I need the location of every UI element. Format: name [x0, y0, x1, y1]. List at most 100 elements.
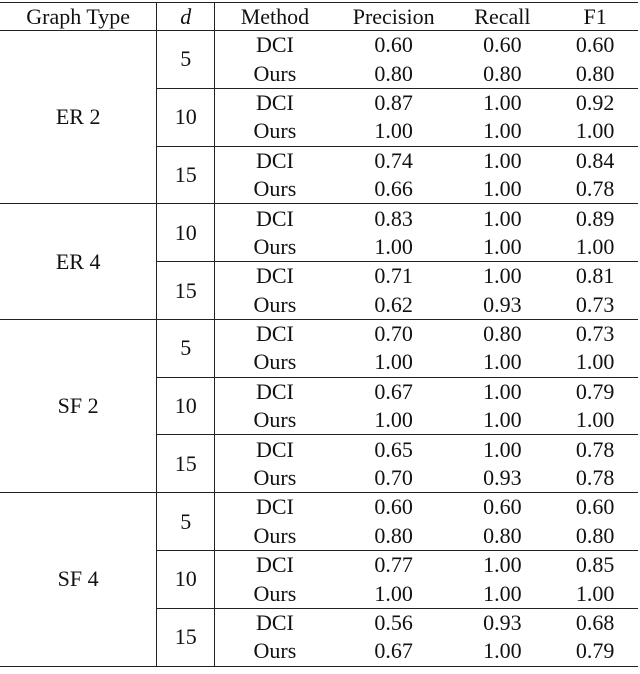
cell-method: DCI: [256, 32, 294, 58]
cell-precision: 0.80: [374, 60, 413, 86]
header-recall: Recall: [452, 2, 553, 31]
table-row: ER 4 10 DCI 0.83 1.00 0.89: [0, 203, 638, 320]
cell-precision: 0.60: [334, 492, 453, 522]
cell-method: Ours: [253, 465, 297, 491]
cell-precision: 1.00: [374, 580, 413, 606]
cell-recall: 0.80: [483, 60, 522, 86]
cell-graph-type: SF 2: [0, 318, 158, 493]
cell-f1: 0.78: [575, 465, 615, 491]
cell-f1: 0.80: [575, 522, 615, 548]
cell-method: Ours: [253, 522, 297, 548]
cell-precision: 0.70: [374, 465, 413, 491]
cell-f1: 0.89: [552, 203, 638, 233]
cell-method: DCI: [214, 145, 335, 175]
cell-precision: 0.56: [334, 607, 453, 638]
cell-d: 10: [156, 87, 216, 147]
cell-d: 5: [156, 318, 216, 378]
cell-f1: 0.79: [552, 637, 638, 667]
cell-precision: 1.00: [374, 349, 413, 375]
cell-method: DCI: [214, 203, 335, 233]
cell-method: Ours: [253, 580, 297, 606]
cell-precision: 0.60: [374, 32, 413, 58]
cell-d: 5: [156, 30, 216, 89]
cell-graph-type: SF 4: [0, 492, 158, 667]
cell-precision: 0.66: [374, 176, 413, 202]
cell-recall: 1.00: [483, 176, 522, 202]
cell-recall: 1.00: [452, 261, 553, 291]
cell-precision: 0.62: [374, 291, 413, 317]
cell-d: 15: [156, 145, 216, 204]
cell-f1: 1.00: [575, 407, 615, 433]
cell-f1: 0.73: [552, 318, 638, 349]
cell-d: 15: [156, 434, 216, 493]
cell-graph-type: ER 4: [0, 203, 158, 320]
cell-recall: 1.00: [452, 145, 553, 175]
cell-f1: 0.68: [552, 607, 638, 638]
cell-graph-type: ER 2: [0, 30, 158, 204]
cell-method: DCI: [214, 492, 335, 522]
cell-method: Ours: [253, 349, 297, 375]
cell-recall: 0.80: [452, 318, 553, 349]
cell-recall: 0.60: [452, 492, 553, 522]
cell-f1: 0.81: [552, 261, 638, 291]
cell-recall: 1.00: [483, 407, 522, 433]
cell-method: Ours: [253, 407, 297, 433]
cell-d: 15: [156, 607, 216, 667]
cell-method: DCI: [214, 434, 335, 464]
cell-method: Ours: [253, 233, 297, 259]
cell-precision: 1.00: [374, 407, 413, 433]
header-f1: F1: [552, 2, 638, 31]
cell-f1: 1.00: [575, 233, 615, 259]
cell-f1: 0.60: [575, 32, 615, 58]
cell-recall: 0.93: [452, 607, 553, 638]
cell-d: 10: [156, 376, 216, 435]
cell-d: 5: [156, 492, 216, 551]
cell-method: Ours: [214, 637, 335, 667]
cell-recall: 1.00: [452, 203, 553, 233]
cell-f1: 0.60: [552, 492, 638, 522]
header-precision: Precision: [334, 2, 453, 31]
cell-method: Ours: [253, 60, 297, 86]
cell-precision: 0.71: [334, 261, 453, 291]
cell-method: DCI: [214, 607, 335, 638]
results-table: Graph Type d Method Precision Recall F1 …: [0, 2, 638, 667]
cell-f1: 1.00: [575, 349, 615, 375]
cell-precision: 0.65: [334, 434, 453, 464]
cell-precision: 0.87: [334, 87, 453, 118]
cell-f1: 0.84: [552, 145, 638, 175]
cell-recall: 1.00: [452, 637, 553, 667]
cell-recall: 0.80: [483, 522, 522, 548]
cell-recall: 1.00: [452, 550, 553, 580]
cell-recall: 0.93: [483, 465, 522, 491]
cell-method: DCI: [214, 550, 335, 580]
cell-recall: 1.00: [483, 580, 522, 606]
cell-recall: 1.00: [483, 118, 522, 144]
cell-f1: 0.78: [552, 434, 638, 464]
cell-f1: 0.80: [575, 60, 615, 86]
cell-precision: 0.67: [334, 376, 453, 407]
cell-f1: 0.78: [575, 176, 615, 202]
cell-d: 15: [156, 261, 216, 320]
cell-precision: 1.00: [374, 118, 413, 144]
table-row: ER 2 5 DCI 0.60 0.60 0.60: [0, 30, 638, 204]
cell-f1: 0.73: [575, 291, 615, 317]
header-graph-type: Graph Type: [0, 2, 158, 31]
table-header: Graph Type d Method Precision Recall F1: [0, 2, 638, 31]
cell-f1: 1.00: [575, 118, 615, 144]
cell-recall: 1.00: [452, 376, 553, 407]
cell-method: DCI: [214, 261, 335, 291]
cell-method: Ours: [253, 118, 297, 144]
table-body: ER 2 5 DCI 0.60 0.60 0.60 Ours 0.80 0.80 0.80 10 DC…: [0, 30, 638, 667]
cell-f1: 1.00: [575, 580, 615, 606]
cell-f1: 0.85: [552, 550, 638, 580]
cell-d: 10: [156, 550, 216, 609]
cell-f1: 0.92: [552, 87, 638, 118]
cell-precision: 0.74: [334, 145, 453, 175]
cell-method: DCI: [214, 318, 335, 349]
cell-precision: 0.80: [374, 522, 413, 548]
cell-recall: 0.93: [483, 291, 522, 317]
header-row: Graph Type d Method Precision Recall F1: [0, 2, 638, 31]
table-row: SF 4 5 DCI 0.60 0.60 0.60: [0, 492, 638, 667]
table-row: SF 2 5 DCI 0.70 0.80 0.73: [0, 318, 638, 493]
header-d: d: [156, 2, 216, 31]
